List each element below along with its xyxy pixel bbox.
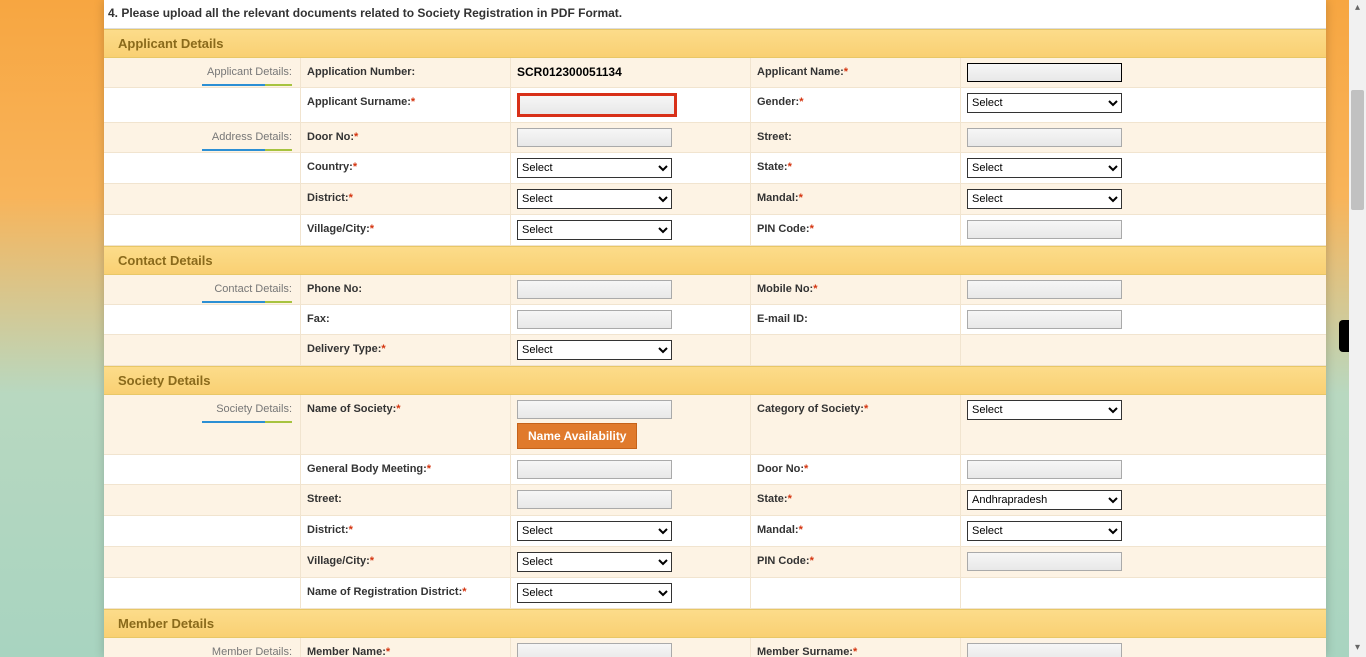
label-phone: Phone No: <box>307 283 362 295</box>
underline-decor <box>202 84 292 86</box>
input-society-door[interactable] <box>967 460 1122 479</box>
scroll-down-icon[interactable]: ▾ <box>1349 640 1366 657</box>
underline-decor <box>202 301 292 303</box>
scroll-up-icon[interactable]: ▴ <box>1349 0 1366 17</box>
select-delivery[interactable]: Select <box>517 340 672 360</box>
label-society-street: Street: <box>307 493 342 505</box>
row-society-name: Society Details: Name of Society:* Name … <box>104 395 1326 455</box>
row-fax: Fax: E-mail ID: <box>104 305 1326 335</box>
name-availability-button[interactable]: Name Availability <box>517 423 637 449</box>
label-fax: Fax: <box>307 313 330 325</box>
row-delivery: Delivery Type:* Select <box>104 335 1326 366</box>
row-applicant-surname: Applicant Surname:* Gender:* Select <box>104 88 1326 123</box>
vertical-scrollbar[interactable]: ▴ ▾ <box>1349 0 1366 657</box>
select-country[interactable]: Select <box>517 158 672 178</box>
scroll-thumb[interactable] <box>1351 90 1364 210</box>
label-member-surname: Member Surname: <box>757 646 853 657</box>
row-phone: Contact Details: Phone No: Mobile No:* <box>104 275 1326 305</box>
label-door-no: Door No: <box>307 131 354 143</box>
select-society-state[interactable]: Andhrapradesh <box>967 490 1122 510</box>
input-door-no[interactable] <box>517 128 672 147</box>
row-country: Country:* Select State:* Select <box>104 153 1326 184</box>
select-society-mandal[interactable]: Select <box>967 521 1122 541</box>
section-header-applicant: Applicant Details <box>104 29 1326 58</box>
label-email: E-mail ID: <box>757 313 808 325</box>
input-gbm[interactable] <box>517 460 672 479</box>
row-door-no: Address Details: Door No:* Street: <box>104 123 1326 153</box>
value-application-number: SCR012300051134 <box>517 63 622 79</box>
input-society-name[interactable] <box>517 400 672 419</box>
label-delivery: Delivery Type: <box>307 343 381 355</box>
row-gbm: General Body Meeting:* Door No:* <box>104 455 1326 485</box>
label-mandal: Mandal: <box>757 192 799 204</box>
form-container: 4. Please upload all the relevant docume… <box>104 0 1326 657</box>
select-mandal[interactable]: Select <box>967 189 1122 209</box>
select-reg-district[interactable]: Select <box>517 583 672 603</box>
section-header-society: Society Details <box>104 366 1326 395</box>
input-applicant-name[interactable] <box>967 63 1122 82</box>
label-mobile: Mobile No: <box>757 283 813 295</box>
row-society-village: Village/City:* Select PIN Code:* <box>104 547 1326 578</box>
side-label-applicant: Applicant Details: <box>207 66 292 78</box>
select-gender[interactable]: Select <box>967 93 1122 113</box>
side-label-society: Society Details: <box>216 403 292 415</box>
label-society-district: District: <box>307 524 349 536</box>
row-society-street: Street: State:* Andhrapradesh <box>104 485 1326 516</box>
label-applicant-name: Applicant Name: <box>757 66 844 78</box>
label-street: Street: <box>757 131 792 143</box>
label-district: District: <box>307 192 349 204</box>
row-member-name: Member Details: Member Name:* Member Sur… <box>104 638 1326 657</box>
row-society-district: District:* Select Mandal:* Select <box>104 516 1326 547</box>
side-label-member: Member Details: <box>212 646 292 657</box>
select-category[interactable]: Select <box>967 400 1122 420</box>
label-society-village: Village/City: <box>307 555 370 567</box>
label-pin: PIN Code: <box>757 223 810 235</box>
input-society-pin[interactable] <box>967 552 1122 571</box>
select-village[interactable]: Select <box>517 220 672 240</box>
input-street[interactable] <box>967 128 1122 147</box>
instruction-text: 4. Please upload all the relevant docume… <box>104 0 1326 29</box>
input-fax[interactable] <box>517 310 672 329</box>
label-society-mandal: Mandal: <box>757 524 799 536</box>
input-mobile[interactable] <box>967 280 1122 299</box>
label-reg-district: Name of Registration District: <box>307 586 462 598</box>
select-district[interactable]: Select <box>517 189 672 209</box>
label-gender: Gender: <box>757 96 799 108</box>
input-member-surname[interactable] <box>967 643 1122 657</box>
row-application-number: Applicant Details: Application Number: S… <box>104 58 1326 88</box>
input-member-name[interactable] <box>517 643 672 657</box>
label-society-door: Door No: <box>757 463 804 475</box>
side-handle-icon[interactable] <box>1339 320 1349 352</box>
section-header-member: Member Details <box>104 609 1326 638</box>
row-reg-district: Name of Registration District:* Select <box>104 578 1326 609</box>
label-society-name: Name of Society: <box>307 403 396 415</box>
input-email[interactable] <box>967 310 1122 329</box>
label-village: Village/City: <box>307 223 370 235</box>
select-society-village[interactable]: Select <box>517 552 672 572</box>
select-society-district[interactable]: Select <box>517 521 672 541</box>
row-village: Village/City:* Select PIN Code:* <box>104 215 1326 246</box>
row-district: District:* Select Mandal:* Select <box>104 184 1326 215</box>
input-pin[interactable] <box>967 220 1122 239</box>
underline-decor <box>202 149 292 151</box>
input-society-street[interactable] <box>517 490 672 509</box>
section-header-contact: Contact Details <box>104 246 1326 275</box>
input-applicant-surname[interactable] <box>517 93 677 117</box>
label-country: Country: <box>307 161 353 173</box>
label-applicant-surname: Applicant Surname: <box>307 96 411 108</box>
label-gbm: General Body Meeting: <box>307 463 427 475</box>
label-category: Category of Society: <box>757 403 864 415</box>
input-phone[interactable] <box>517 280 672 299</box>
label-member-name: Member Name: <box>307 646 386 657</box>
label-state: State: <box>757 161 788 173</box>
select-state[interactable]: Select <box>967 158 1122 178</box>
side-label-contact: Contact Details: <box>214 283 292 295</box>
label-society-pin: PIN Code: <box>757 555 810 567</box>
label-society-state: State: <box>757 493 788 505</box>
side-label-address: Address Details: <box>212 131 292 143</box>
underline-decor <box>202 421 292 423</box>
label-application-number: Application Number: <box>300 58 510 87</box>
